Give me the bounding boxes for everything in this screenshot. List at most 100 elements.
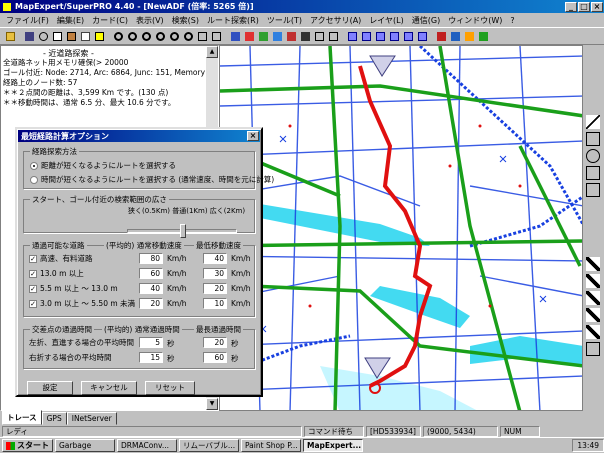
toolbar bbox=[0, 27, 604, 45]
minimize-button[interactable]: _ bbox=[565, 1, 577, 12]
draw-poly-icon[interactable] bbox=[586, 132, 600, 146]
range-slider[interactable] bbox=[127, 224, 237, 238]
zoom-prev-icon[interactable] bbox=[168, 30, 181, 43]
symbol-icon[interactable] bbox=[285, 30, 298, 43]
hammer-icon[interactable] bbox=[586, 274, 600, 288]
menu-file[interactable]: ファイル(F) bbox=[2, 15, 53, 26]
menu-window[interactable]: ウィンドウ(W) bbox=[444, 15, 506, 26]
min-speed-input[interactable]: 10 bbox=[203, 298, 227, 309]
cancel-button[interactable]: キャンセル bbox=[81, 381, 137, 395]
max-time-input[interactable]: 20 bbox=[203, 337, 227, 348]
task-paintshop[interactable]: Paint Shop P... bbox=[241, 439, 301, 452]
slider-thumb[interactable] bbox=[180, 224, 186, 238]
gps-icon[interactable] bbox=[449, 30, 462, 43]
draw-circle-icon[interactable] bbox=[586, 149, 600, 163]
tab-inetserver[interactable]: INetServer bbox=[66, 412, 117, 425]
normal-time-input[interactable]: 15 bbox=[139, 352, 163, 363]
menu-view[interactable]: 表示(V) bbox=[132, 15, 168, 26]
scroll-down-icon[interactable]: ▼ bbox=[206, 398, 218, 410]
max-time-input[interactable]: 60 bbox=[203, 352, 227, 363]
scroll-up-icon[interactable]: ▲ bbox=[206, 46, 218, 58]
pen-icon[interactable] bbox=[435, 30, 448, 43]
normal-speed-input[interactable]: 20 bbox=[139, 298, 163, 309]
group-label: 経路探索方法 bbox=[30, 146, 79, 157]
open-icon[interactable] bbox=[4, 30, 17, 43]
task-drmaconv[interactable]: DRMAConv... bbox=[117, 439, 177, 452]
window-info-icon[interactable] bbox=[416, 30, 429, 43]
route-icon[interactable] bbox=[229, 30, 242, 43]
layer-icon[interactable] bbox=[257, 30, 270, 43]
menu-help[interactable]: ? bbox=[506, 16, 518, 25]
reset-button[interactable]: リセット bbox=[145, 381, 195, 395]
min-speed-input[interactable]: 30 bbox=[203, 268, 227, 279]
draw-text-icon[interactable] bbox=[586, 183, 600, 197]
road-checkbox[interactable]: ✓ bbox=[29, 299, 37, 308]
menu-card[interactable]: カード(C) bbox=[88, 15, 132, 26]
menu-comm[interactable]: 通信(G) bbox=[408, 15, 444, 26]
hammer-icon[interactable] bbox=[586, 308, 600, 322]
zoom-out-icon[interactable] bbox=[126, 30, 139, 43]
cut-icon[interactable] bbox=[37, 30, 50, 43]
paste-icon[interactable] bbox=[65, 30, 78, 43]
radio-distance[interactable]: 距離が短くなるようにルートを選択する bbox=[30, 160, 176, 171]
menu-accessory[interactable]: アクセサリ(A) bbox=[306, 15, 365, 26]
map-view[interactable] bbox=[219, 45, 583, 411]
start-button[interactable]: スタート bbox=[2, 439, 53, 452]
task-garbage[interactable]: Garbage bbox=[55, 439, 115, 452]
min-speed-input[interactable]: 40 bbox=[203, 253, 227, 264]
road-checkbox[interactable]: ✓ bbox=[29, 254, 37, 263]
hammer-icon[interactable] bbox=[586, 291, 600, 305]
radio-button[interactable] bbox=[30, 175, 38, 184]
normal-speed-input[interactable]: 80 bbox=[139, 253, 163, 264]
card-icon[interactable] bbox=[327, 30, 340, 43]
min-speed-input[interactable]: 20 bbox=[203, 283, 227, 294]
window-tile-icon[interactable] bbox=[346, 30, 359, 43]
pan-icon[interactable] bbox=[196, 30, 209, 43]
normal-speed-input[interactable]: 40 bbox=[139, 283, 163, 294]
copy-icon[interactable] bbox=[51, 30, 64, 43]
zoom-fit-icon[interactable] bbox=[154, 30, 167, 43]
radio-button[interactable] bbox=[30, 161, 38, 170]
menu-layer[interactable]: レイヤ(L) bbox=[365, 15, 407, 26]
refresh-icon[interactable] bbox=[210, 30, 223, 43]
maximize-button[interactable]: □ bbox=[578, 1, 590, 12]
tab-gps[interactable]: GPS bbox=[41, 412, 67, 425]
menu-route[interactable]: ルート探索(R) bbox=[203, 15, 263, 26]
draw-rect-icon[interactable] bbox=[586, 166, 600, 180]
flag-icon[interactable] bbox=[463, 30, 476, 43]
menu-edit[interactable]: 編集(E) bbox=[53, 15, 88, 26]
normal-time-input[interactable]: 5 bbox=[139, 337, 163, 348]
select-icon[interactable] bbox=[586, 342, 600, 356]
navigate-icon[interactable] bbox=[243, 30, 256, 43]
radio-time[interactable]: 時間が短くなるようにルートを選択する (通常速度、時間を元に計算) bbox=[30, 174, 274, 185]
road-checkbox[interactable]: ✓ bbox=[29, 284, 37, 293]
task-mapexpert[interactable]: MapExpert... bbox=[303, 439, 363, 452]
text-icon[interactable] bbox=[299, 30, 312, 43]
zoom-next-icon[interactable] bbox=[182, 30, 195, 43]
task-removable[interactable]: リムーバブル... bbox=[179, 439, 239, 452]
close-button[interactable]: × bbox=[591, 1, 603, 12]
menu-search[interactable]: 検索(S) bbox=[168, 15, 203, 26]
window-cascade-icon[interactable] bbox=[360, 30, 373, 43]
window-list-icon[interactable] bbox=[388, 30, 401, 43]
menu-tools[interactable]: ツール(T) bbox=[263, 15, 306, 26]
road-checkbox[interactable]: ✓ bbox=[29, 269, 37, 278]
draw-line-icon[interactable] bbox=[586, 115, 600, 129]
grid-icon[interactable] bbox=[313, 30, 326, 43]
star-icon[interactable] bbox=[477, 30, 490, 43]
save-icon[interactable] bbox=[23, 30, 36, 43]
normal-speed-input[interactable]: 60 bbox=[139, 268, 163, 279]
ok-button[interactable]: 設定 bbox=[27, 381, 73, 395]
measure-icon[interactable] bbox=[271, 30, 284, 43]
zoom-area-icon[interactable] bbox=[140, 30, 153, 43]
tab-trace[interactable]: トレース bbox=[2, 410, 42, 425]
window-map-icon[interactable] bbox=[402, 30, 415, 43]
window-split-icon[interactable] bbox=[374, 30, 387, 43]
zoom-in-icon[interactable] bbox=[112, 30, 125, 43]
dialog-close-button[interactable]: × bbox=[247, 131, 259, 141]
help-icon[interactable] bbox=[93, 30, 106, 43]
hammer-icon[interactable] bbox=[586, 325, 600, 339]
print-icon[interactable] bbox=[79, 30, 92, 43]
status-coords: (9000, 5434) bbox=[423, 425, 498, 437]
hammer-icon[interactable] bbox=[586, 257, 600, 271]
